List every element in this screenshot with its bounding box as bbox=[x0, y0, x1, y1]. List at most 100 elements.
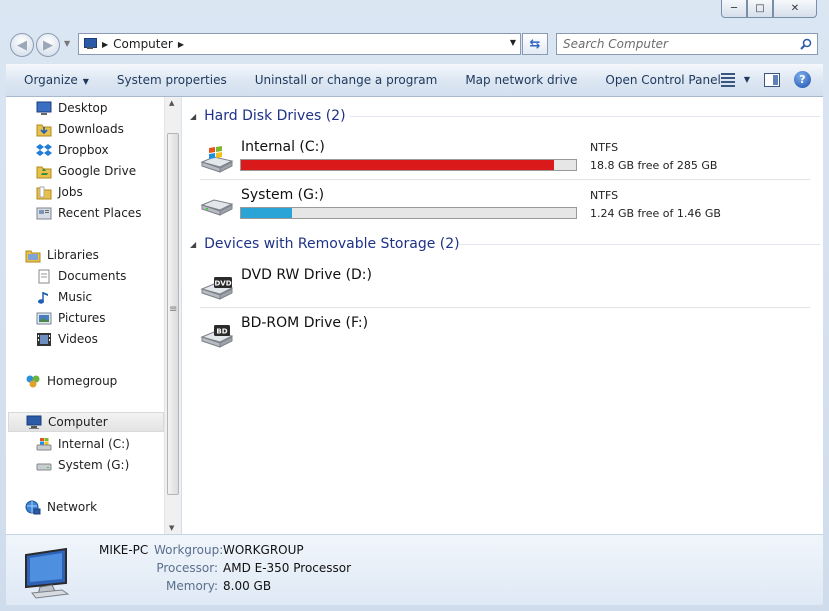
group-header-hard-disk-drives[interactable]: ◢ Hard Disk Drives (2) bbox=[190, 106, 820, 126]
dvd-drive-icon: DVD bbox=[200, 277, 234, 300]
nav-item-pictures[interactable]: Pictures bbox=[36, 308, 106, 328]
back-arrow-icon: ◀ bbox=[17, 37, 27, 53]
minimize-button[interactable]: ─ bbox=[721, 0, 747, 18]
recent-places-icon bbox=[36, 207, 52, 219]
drive-bd-rom-f[interactable]: BD BD-ROM Drive (F:) bbox=[200, 315, 800, 363]
nav-item-computer[interactable]: Computer bbox=[8, 412, 164, 432]
preview-pane-button[interactable] bbox=[764, 72, 780, 87]
recent-pages-dropdown[interactable]: ▼ bbox=[64, 39, 70, 48]
drive-usage-fill bbox=[241, 208, 292, 218]
nav-item-system-g[interactable]: System (G:) bbox=[36, 455, 129, 475]
scroll-up-icon[interactable]: ▲ bbox=[169, 99, 174, 107]
drive-system-g[interactable]: System (G:) NTFS 1.24 GB free of 1.46 GB bbox=[200, 187, 800, 235]
system-properties-button[interactable]: System properties bbox=[103, 73, 241, 87]
nav-label: Homegroup bbox=[47, 374, 118, 388]
windows-drive-icon bbox=[200, 146, 234, 173]
help-button[interactable]: ? bbox=[794, 71, 811, 88]
nav-label: Documents bbox=[58, 269, 127, 283]
nav-label: Videos bbox=[58, 332, 98, 346]
libraries-icon bbox=[25, 250, 41, 262]
refresh-icon: ⇆ bbox=[529, 36, 541, 52]
navigation-scrollbar[interactable]: ▲ ▼ bbox=[164, 97, 181, 534]
nav-item-libraries[interactable]: Libraries bbox=[25, 245, 99, 265]
drive-filesystem: NTFS bbox=[590, 141, 619, 154]
nav-label: Network bbox=[47, 500, 98, 514]
address-bar[interactable]: ▶ Computer ▶ ▼ bbox=[78, 33, 521, 55]
nav-label: Downloads bbox=[58, 122, 124, 136]
nav-label: System (G:) bbox=[58, 458, 130, 472]
close-button[interactable]: ✕ bbox=[773, 0, 817, 18]
nav-item-videos[interactable]: Videos bbox=[36, 329, 98, 349]
processor-label: Processor: bbox=[156, 561, 218, 575]
nav-item-network[interactable]: Network bbox=[25, 497, 97, 517]
explorer-window: ─ □ ✕ ◀ ▶ ▼ ▶ Computer ▶ ▼ ⇆ Search Comp… bbox=[0, 0, 829, 611]
google-drive-icon bbox=[36, 166, 52, 178]
drive-separator bbox=[200, 307, 810, 308]
nav-label: Music bbox=[58, 290, 93, 304]
drive-name: DVD RW Drive (D:) bbox=[241, 267, 372, 283]
search-icon[interactable] bbox=[800, 38, 812, 50]
computer-icon bbox=[83, 38, 97, 50]
scrollbar-thumb[interactable] bbox=[167, 133, 179, 495]
group-header-removable-storage[interactable]: ◢ Devices with Removable Storage (2) bbox=[190, 234, 820, 254]
breadcrumb-chevron-icon[interactable]: ▶ bbox=[102, 40, 108, 49]
bd-badge: BD bbox=[216, 328, 227, 336]
forward-arrow-icon: ▶ bbox=[43, 37, 53, 53]
nav-item-music[interactable]: Music bbox=[36, 287, 92, 307]
nav-item-recent-places[interactable]: Recent Places bbox=[36, 203, 141, 223]
drive-usage-bar bbox=[240, 159, 577, 171]
refresh-button[interactable]: ⇆ bbox=[522, 33, 548, 55]
drive-name: BD-ROM Drive (F:) bbox=[241, 315, 369, 331]
search-placeholder: Search Computer bbox=[563, 37, 668, 51]
breadcrumb-chevron-icon[interactable]: ▶ bbox=[178, 40, 184, 49]
drive-separator bbox=[200, 179, 810, 180]
scroll-down-icon[interactable]: ▼ bbox=[169, 524, 174, 532]
hard-drive-icon bbox=[36, 463, 52, 470]
network-icon bbox=[25, 500, 41, 514]
drives-view: ◢ Hard Disk Drives (2) Internal (C:) NTF… bbox=[182, 97, 823, 534]
nav-label: Desktop bbox=[58, 101, 108, 115]
change-view-button[interactable]: ▼ bbox=[720, 72, 750, 87]
downloads-icon bbox=[36, 124, 52, 136]
folder-icon bbox=[36, 186, 52, 199]
nav-label: Google Drive bbox=[58, 164, 137, 178]
nav-item-homegroup[interactable]: Homegroup bbox=[25, 371, 117, 391]
nav-label: Computer bbox=[48, 415, 108, 429]
nav-item-internal-c[interactable]: Internal (C:) bbox=[36, 434, 130, 454]
group-divider bbox=[458, 244, 820, 245]
nav-label: Internal (C:) bbox=[58, 437, 130, 451]
collapse-arrow-icon[interactable]: ◢ bbox=[190, 240, 196, 249]
back-button[interactable]: ◀ bbox=[10, 33, 34, 57]
computer-icon bbox=[26, 415, 42, 429]
organize-menu[interactable]: Organize ▼ bbox=[6, 73, 103, 87]
nav-item-documents[interactable]: Documents bbox=[36, 266, 126, 286]
nav-item-desktop[interactable]: Desktop bbox=[36, 98, 108, 118]
maximize-button[interactable]: □ bbox=[747, 0, 773, 18]
collapse-arrow-icon[interactable]: ◢ bbox=[190, 112, 196, 121]
uninstall-program-button[interactable]: Uninstall or change a program bbox=[241, 73, 452, 87]
chevron-down-icon: ▼ bbox=[82, 77, 89, 86]
open-control-panel-button[interactable]: Open Control Panel bbox=[591, 73, 734, 87]
computer-icon bbox=[25, 547, 70, 599]
command-bar: Organize ▼ System properties Uninstall or… bbox=[6, 64, 823, 97]
nav-item-jobs[interactable]: Jobs bbox=[36, 182, 83, 202]
nav-item-downloads[interactable]: Downloads bbox=[36, 119, 124, 139]
navigation-bar: ◀ ▶ ▼ ▶ Computer ▶ ▼ ⇆ Search Computer bbox=[0, 28, 829, 60]
nav-item-google-drive[interactable]: Google Drive bbox=[36, 161, 136, 181]
search-input[interactable]: Search Computer bbox=[556, 33, 818, 55]
documents-icon bbox=[38, 269, 50, 283]
homegroup-icon bbox=[26, 375, 40, 387]
hard-drive-icon bbox=[200, 199, 234, 216]
details-pane: MIKE-PC Workgroup: WORKGROUP Processor: … bbox=[6, 534, 823, 605]
details-view-icon bbox=[720, 72, 735, 87]
bd-drive-icon: BD bbox=[200, 325, 234, 348]
address-dropdown-icon[interactable]: ▼ bbox=[510, 38, 516, 47]
group-title: Devices with Removable Storage (2) bbox=[204, 236, 460, 252]
nav-label: Libraries bbox=[47, 248, 99, 262]
forward-button[interactable]: ▶ bbox=[36, 33, 60, 57]
breadcrumb-computer[interactable]: Computer bbox=[113, 37, 173, 51]
processor-value: AMD E-350 Processor bbox=[223, 561, 352, 575]
nav-item-dropbox[interactable]: Dropbox bbox=[36, 140, 109, 160]
map-network-drive-button[interactable]: Map network drive bbox=[451, 73, 591, 87]
title-bar: ─ □ ✕ bbox=[0, 0, 829, 26]
